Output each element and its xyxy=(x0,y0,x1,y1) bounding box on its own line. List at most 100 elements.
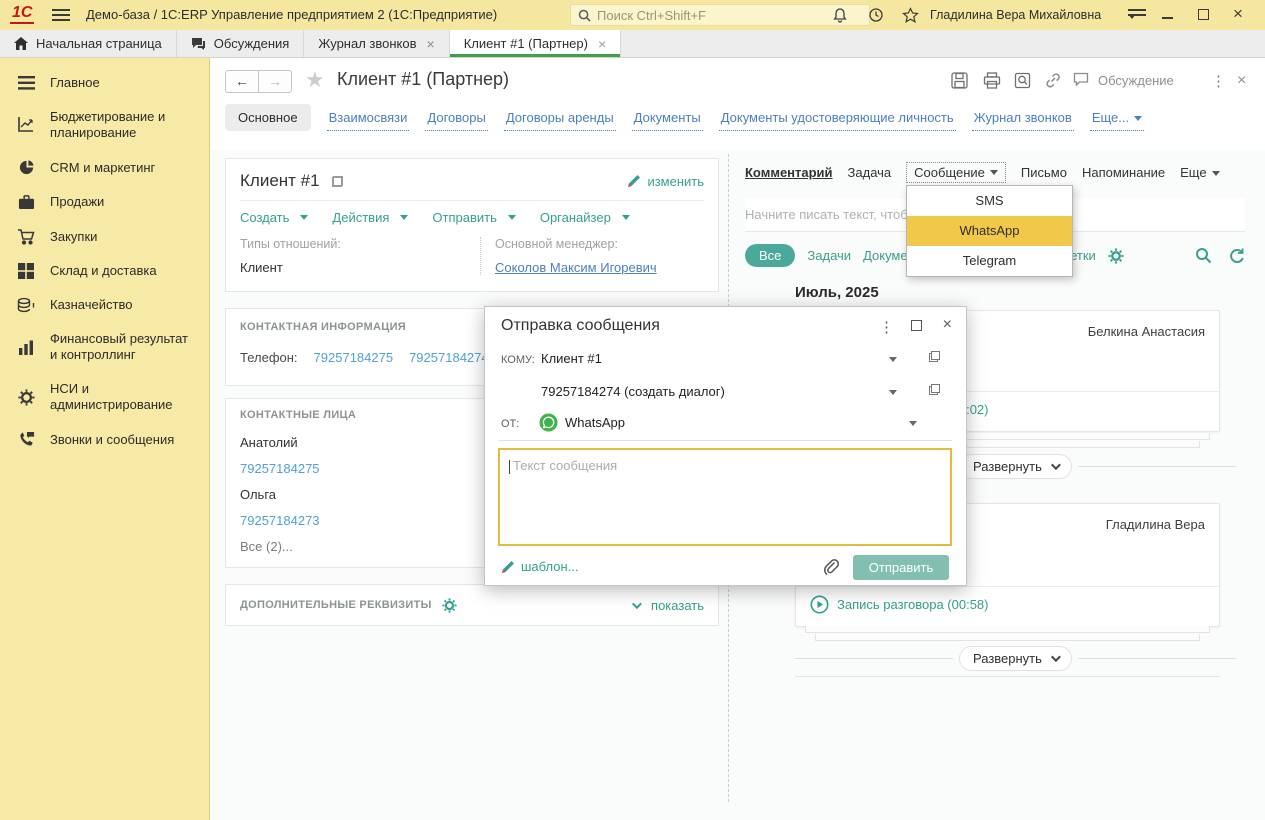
menu-item-whatsapp[interactable]: WhatsApp xyxy=(907,216,1072,246)
sidebar-item-nsi-administration[interactable]: НСИ и администрирование xyxy=(0,372,209,422)
expand-button[interactable]: Развернуть xyxy=(959,646,1072,671)
link-button[interactable] xyxy=(1044,72,1062,89)
create-menu-button[interactable]: Создать xyxy=(240,210,308,225)
show-link[interactable]: показать xyxy=(632,598,704,613)
sidebar-item-budgeting[interactable]: Бюджетирование и планирование xyxy=(0,100,209,150)
tab-call-log[interactable]: Журнал звонков × xyxy=(304,30,449,57)
tab-identity-documents[interactable]: Документы удостоверяющие личность xyxy=(719,105,956,131)
sidebar-item-financial-result[interactable]: Финансовый результат и контроллинг xyxy=(0,322,209,372)
manager-link[interactable]: Соколов Максим Игоревич xyxy=(495,260,704,275)
phone-link[interactable]: 79257184275 xyxy=(314,350,394,365)
message-action[interactable]: Сообщение xyxy=(906,162,1006,183)
tab-lease-contracts[interactable]: Договоры аренды xyxy=(504,105,616,131)
discussion-button[interactable]: Обсуждение xyxy=(1073,72,1174,88)
tab-discussions[interactable]: Обсуждения xyxy=(177,30,305,57)
form-close-button[interactable]: × xyxy=(1237,72,1246,90)
tab-more[interactable]: Еще... xyxy=(1090,105,1144,131)
tab-relations[interactable]: Взаимосвязи xyxy=(327,105,410,131)
client-form-area: ← → ★ Клиент #1 (Партнер) Обсуждение ⋮ ×… xyxy=(211,58,1265,820)
organizer-menu-button[interactable]: Органайзер xyxy=(540,210,630,225)
window-minimize-button[interactable] xyxy=(1162,17,1173,19)
sidebar-item-warehouse[interactable]: Склад и доставка xyxy=(0,254,209,288)
actions-menu-button[interactable]: Действия xyxy=(332,210,408,225)
dialog-maximize-button[interactable] xyxy=(911,320,922,331)
tab-close-icon[interactable]: × xyxy=(598,36,606,52)
1c-logo: 1С xyxy=(10,4,34,24)
dialog-number-field[interactable]: 79257184274 (создать диалог) xyxy=(541,384,725,399)
comment-action[interactable]: Комментарий xyxy=(745,165,833,180)
filter-tasks[interactable]: Задачи xyxy=(807,248,851,263)
search-icon[interactable] xyxy=(1195,247,1212,264)
search-icon xyxy=(578,9,591,22)
sidebar-item-label: Звонки и сообщения xyxy=(50,432,174,448)
caret-down-icon xyxy=(300,215,308,220)
current-user-name[interactable]: Гладилина Вера Михайловна xyxy=(930,8,1101,22)
task-action[interactable]: Задача xyxy=(848,165,892,180)
copy-icon[interactable] xyxy=(332,176,343,187)
more-action[interactable]: Еще xyxy=(1180,165,1219,180)
tab-client-partner[interactable]: Клиент #1 (Партнер) × xyxy=(450,30,621,57)
save-button[interactable] xyxy=(951,72,968,89)
favorite-star-icon[interactable]: ★ xyxy=(305,67,325,93)
print-button[interactable] xyxy=(983,72,1001,89)
window-close-button[interactable]: × xyxy=(1233,4,1243,24)
filter-all[interactable]: Все xyxy=(745,244,795,267)
caret-down-icon[interactable] xyxy=(909,421,917,426)
expand-button[interactable]: Развернуть xyxy=(959,454,1072,479)
tab-close-icon[interactable]: × xyxy=(427,36,435,52)
refresh-icon[interactable] xyxy=(1228,247,1245,264)
menu-item-sms[interactable]: SMS xyxy=(907,186,1072,216)
favorites-star-icon[interactable] xyxy=(900,5,920,25)
template-link[interactable]: шаблон... xyxy=(501,559,579,574)
attach-button[interactable] xyxy=(821,557,841,580)
nav-back-button[interactable]: ← xyxy=(225,70,259,93)
tab-call-log[interactable]: Журнал звонков xyxy=(972,105,1074,131)
more-actions-button[interactable]: ⋮ xyxy=(1211,72,1226,90)
from-field[interactable]: WhatsApp xyxy=(565,415,625,430)
discussions-icon xyxy=(191,37,206,51)
message-text-input[interactable]: Текст сообщения xyxy=(498,448,952,546)
notifications-bell-icon[interactable] xyxy=(830,5,850,25)
open-form-icon[interactable] xyxy=(929,351,940,362)
gear-icon[interactable] xyxy=(442,598,457,613)
sidebar-item-treasury[interactable]: Казначейство xyxy=(0,288,209,322)
to-field[interactable]: Клиент #1 xyxy=(541,351,602,366)
send-button[interactable]: Отправить xyxy=(853,555,949,580)
caret-down-icon xyxy=(508,215,516,220)
filter-settings-gear-icon[interactable] xyxy=(1108,248,1124,264)
dialog-close-button[interactable]: × xyxy=(943,316,952,334)
tab-contracts[interactable]: Договоры xyxy=(425,105,487,131)
caret-down-icon[interactable] xyxy=(889,390,897,395)
sidebar-item-label: Казначейство xyxy=(50,297,132,313)
window-maximize-button[interactable] xyxy=(1198,9,1209,20)
main-menu-icon[interactable] xyxy=(52,9,70,21)
tab-home[interactable]: Начальная страница xyxy=(0,30,177,57)
dialog-more-button[interactable]: ⋮ xyxy=(879,318,894,336)
edit-link[interactable]: изменить xyxy=(627,174,704,189)
global-search-input[interactable]: Поиск Ctrl+Shift+F xyxy=(570,4,870,26)
caret-down-icon[interactable] xyxy=(889,357,897,362)
menu-item-telegram[interactable]: Telegram xyxy=(907,246,1072,276)
tab-documents[interactable]: Документы xyxy=(632,105,703,131)
reminder-action[interactable]: Напоминание xyxy=(1082,165,1165,180)
open-form-icon[interactable] xyxy=(929,384,940,395)
call-record-link[interactable]: Запись разговора (00:58) xyxy=(810,595,988,614)
history-icon[interactable] xyxy=(866,5,886,25)
sidebar-item-label: Финансовый результат и контроллинг xyxy=(50,331,197,363)
sidebar-item-sales[interactable]: Продажи xyxy=(0,185,209,219)
phone-link[interactable]: 79257184274 xyxy=(409,350,489,365)
preview-button[interactable] xyxy=(1014,72,1031,89)
send-menu-button[interactable]: Отправить xyxy=(432,210,515,225)
sidebar-item-purchasing[interactable]: Закупки xyxy=(0,219,209,254)
letter-action[interactable]: Письмо xyxy=(1021,165,1067,180)
expand-label: Развернуть xyxy=(973,459,1042,474)
menu-label: Создать xyxy=(240,210,289,225)
nav-forward-button[interactable]: → xyxy=(258,70,292,93)
tab-main[interactable]: Основное xyxy=(225,104,311,131)
divider xyxy=(795,676,1220,677)
sidebar-item-crm[interactable]: CRM и маркетинг xyxy=(0,150,209,185)
sidebar-item-calls-messages[interactable]: Звонки и сообщения xyxy=(0,422,209,457)
play-icon xyxy=(810,595,829,614)
sidebar-item-main[interactable]: Главное xyxy=(0,66,209,100)
to-label: КОМУ: xyxy=(501,354,535,366)
